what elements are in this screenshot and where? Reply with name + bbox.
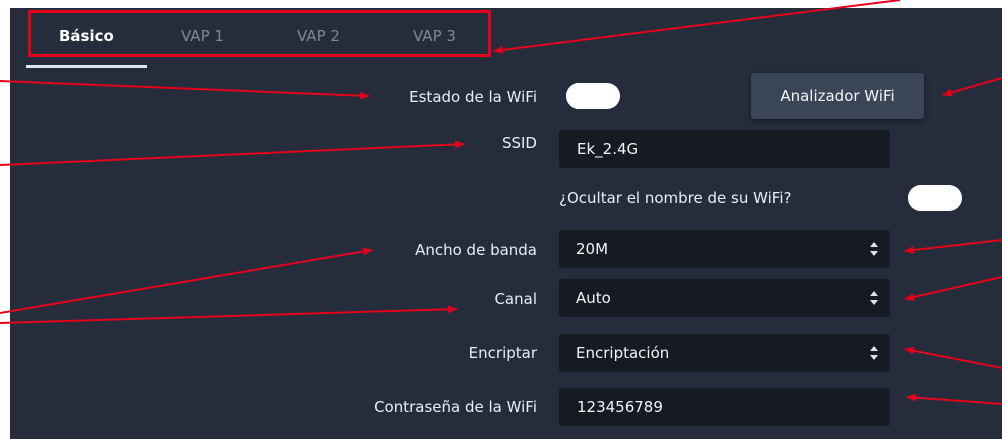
tab-basico[interactable]: Básico	[59, 27, 114, 45]
tab-vap-1[interactable]: VAP 1	[181, 27, 224, 45]
password-input[interactable]: 123456789	[559, 388, 890, 426]
channel-select[interactable]: Auto	[559, 279, 890, 317]
hide-ssid-label: ¿Ocultar el nombre de su WiFi?	[559, 189, 792, 207]
toggle-knob	[908, 185, 934, 211]
encryption-select[interactable]: Encriptación	[559, 334, 890, 372]
tab-vap-2[interactable]: VAP 2	[297, 27, 340, 45]
tab-bar: Básico VAP 1 VAP 2 VAP 3	[10, 8, 1002, 68]
ssid-label: SSID	[501, 134, 537, 152]
wifi-settings-panel: Básico VAP 1 VAP 2 VAP 3 Estado de la Wi…	[10, 8, 1002, 439]
wifi-status-label: Estado de la WiFi	[409, 88, 537, 106]
toggle-knob	[566, 83, 592, 109]
wifi-analyzer-button[interactable]: Analizador WiFi	[751, 73, 924, 119]
active-tab-indicator	[26, 65, 147, 68]
ssid-input[interactable]: Ek_2.4G	[559, 130, 890, 168]
hide-ssid-toggle[interactable]	[908, 185, 962, 211]
password-label: Contraseña de la WiFi	[374, 398, 537, 416]
channel-label: Canal	[494, 290, 537, 308]
select-arrows-icon	[870, 345, 878, 361]
tab-vap-3[interactable]: VAP 3	[413, 27, 456, 45]
bandwidth-label: Ancho de banda	[415, 241, 537, 259]
bandwidth-select[interactable]: 20M	[559, 230, 890, 268]
select-arrows-icon	[870, 290, 878, 306]
encryption-label: Encriptar	[468, 344, 537, 362]
select-arrows-icon	[870, 241, 878, 257]
bandwidth-value: 20M	[576, 240, 609, 258]
channel-value: Auto	[576, 289, 611, 307]
encryption-value: Encriptación	[576, 344, 670, 362]
wifi-status-toggle[interactable]	[566, 83, 620, 109]
